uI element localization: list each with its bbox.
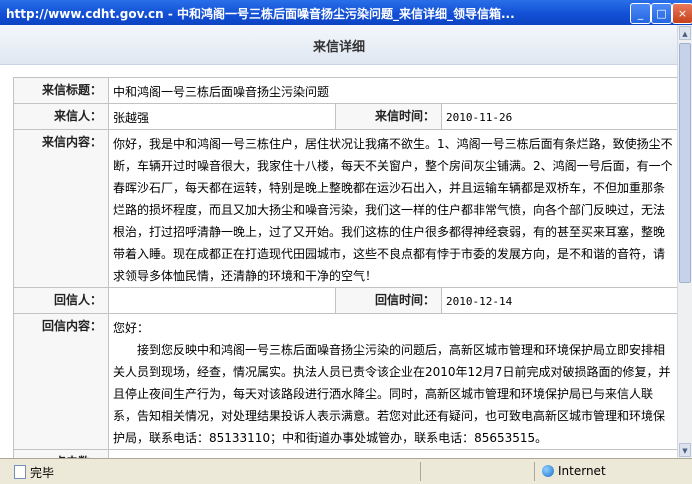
window-title: http://www.cdht.gov.cn - 中和鸿阁一号三栋后面噪音扬尘污… — [6, 7, 515, 21]
zone-label: Internet — [558, 464, 606, 478]
reply-row: 回信内容： 您好： 接到您反映中和鸿阁一号三栋后面噪音扬尘污染的问题后，高新区城… — [13, 313, 678, 450]
reply-greeting: 您好： — [113, 321, 150, 335]
status-text: 完毕 — [30, 466, 55, 480]
replier-row: 回信人： 回信时间： 2010-12-14 — [13, 287, 678, 314]
content-value: 你好，我是中和鸿阁一号三栋住户，居住状况让我痛不欲生。1、鸿阁一号三栋后面有条烂… — [107, 129, 678, 288]
page-header: 来信详细 — [0, 25, 678, 65]
sender-label: 来信人： — [13, 103, 109, 130]
sent-time-value: 2010-11-26 — [440, 103, 678, 130]
reply-time-value: 2010-12-14 — [440, 287, 678, 314]
window-titlebar[interactable]: http://www.cdht.gov.cn - 中和鸿阁一号三栋后面噪音扬尘污… — [0, 0, 692, 25]
status-bar: 完毕 Internet — [0, 458, 692, 484]
page-title: 来信详细 — [312, 40, 365, 55]
sender-row: 来信人： 张越强 来信时间： 2010-11-26 — [13, 103, 678, 130]
scroll-thumb[interactable] — [679, 43, 691, 283]
vertical-scrollbar[interactable]: ▲ ▼ — [677, 25, 692, 458]
reply-body: 接到您反映中和鸿阁一号三栋后面噪音扬尘污染的问题后，高新区城市管理和环境保护局立… — [113, 343, 671, 445]
replier-label: 回信人： — [13, 287, 109, 314]
clicks-value: 106 — [107, 449, 678, 458]
title-row: 来信标题： 中和鸿阁一号三栋后面噪音扬尘污染问题 — [13, 77, 678, 104]
status-text-wrap: 完毕 — [14, 464, 54, 481]
scroll-up-icon[interactable]: ▲ — [679, 26, 691, 40]
status-divider — [534, 462, 535, 481]
maximize-button[interactable]: □ — [651, 3, 672, 24]
title-label: 来信标题： — [13, 77, 109, 104]
reply-content: 您好： 接到您反映中和鸿阁一号三栋后面噪音扬尘污染的问题后，高新区城市管理和环境… — [107, 313, 678, 450]
page-content: 来信详细 来信标题： 中和鸿阁一号三栋后面噪音扬尘污染问题 来信人： 张越强 来… — [0, 25, 678, 458]
reply-label: 回信内容： — [13, 313, 109, 450]
letter-detail-table: 来信标题： 中和鸿阁一号三栋后面噪音扬尘污染问题 来信人： 张越强 来信时间： … — [13, 77, 678, 458]
content-label: 来信内容： — [13, 129, 109, 288]
clicks-label: 点击数： — [13, 449, 109, 458]
clicks-row: 点击数： 106 — [13, 449, 678, 458]
minimize-button[interactable]: _ — [630, 3, 651, 24]
security-zone: Internet — [542, 464, 606, 478]
page-icon — [14, 465, 26, 479]
status-divider — [420, 462, 421, 481]
title-value: 中和鸿阁一号三栋后面噪音扬尘污染问题 — [107, 77, 678, 104]
content-row: 来信内容： 你好，我是中和鸿阁一号三栋住户，居住状况让我痛不欲生。1、鸿阁一号三… — [13, 129, 678, 288]
reply-time-label: 回信时间： — [335, 287, 442, 314]
replier-value — [108, 287, 336, 314]
close-button[interactable]: × — [672, 3, 692, 24]
sent-time-label: 来信时间： — [335, 103, 442, 130]
sender-value: 张越强 — [108, 103, 336, 130]
scroll-down-icon[interactable]: ▼ — [679, 443, 691, 457]
globe-icon — [542, 465, 554, 477]
